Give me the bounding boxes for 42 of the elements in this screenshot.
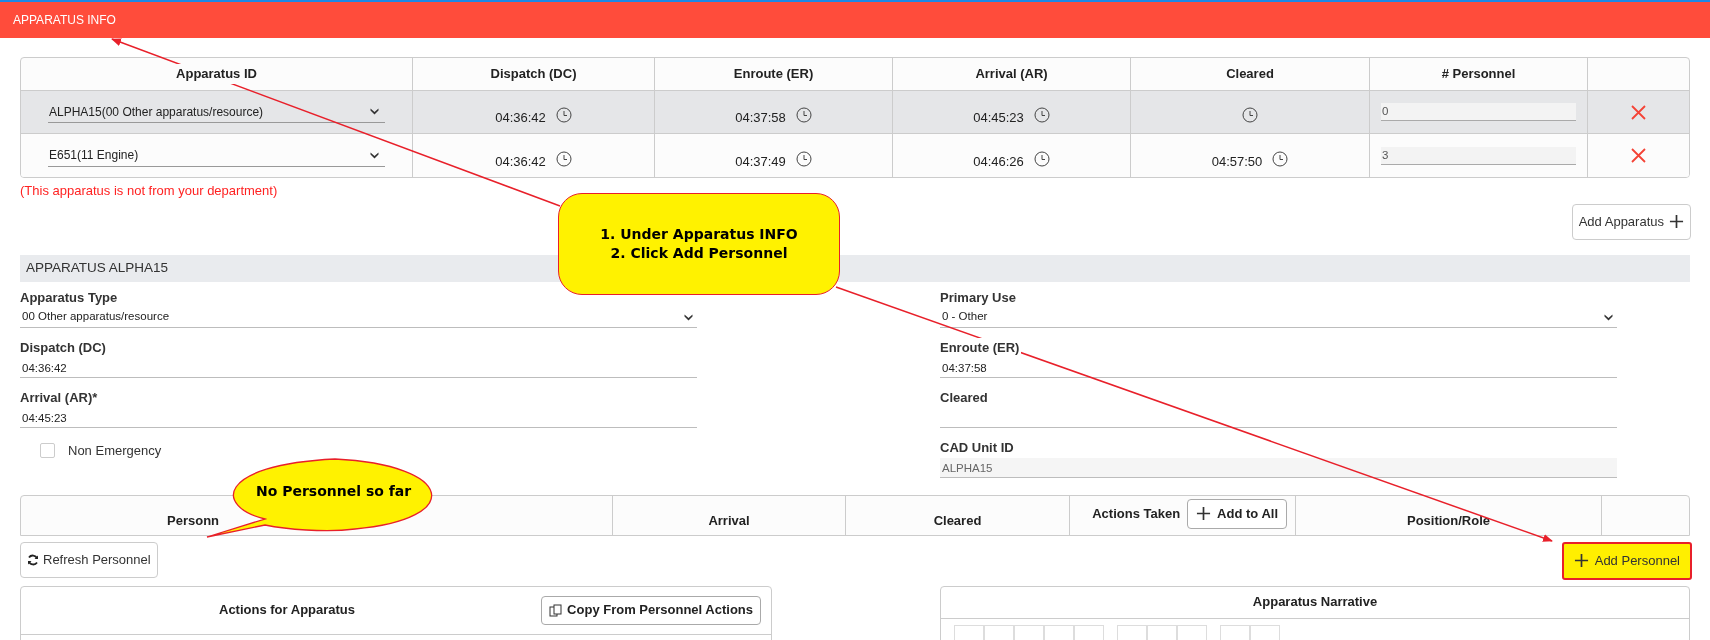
column-header: Personn [167, 512, 219, 531]
checkbox-label: Non Emergency [68, 441, 162, 460]
select-field[interactable]: 0 - Other [940, 307, 1617, 328]
bubble-text: No Personnel so far [256, 482, 412, 501]
card-title: Apparatus Narrative [1252, 593, 1378, 612]
time-value: 04:57:50 [1211, 152, 1263, 171]
time-value: 04:46:26 [973, 152, 1024, 171]
column-header: Position/Role [1406, 512, 1491, 531]
column-header: Arrival [708, 512, 750, 531]
select-value: E651(11 Engine) [49, 147, 139, 164]
select-value: ALPHA15(00 Other apparatus/resource) [49, 103, 264, 121]
select-field[interactable]: 00 Other apparatus/resource [20, 307, 697, 328]
column-header: Apparatus ID [176, 64, 257, 84]
time-value: 04:37:49 [735, 152, 786, 171]
time-value: 04:36:42 [495, 109, 546, 128]
section-title: APPARATUS INFO [13, 12, 116, 29]
add-apparatus-button[interactable]: Add Apparatus [1571, 203, 1691, 240]
time-value: 04:36:42 [495, 152, 546, 171]
time-value: 04:45:23 [973, 109, 1024, 128]
add-personnel-button[interactable]: Add Personnel [1561, 541, 1692, 580]
apparatus-select[interactable]: E651(11 Engine) [48, 144, 385, 167]
apparatus-row[interactable]: E651(11 Engine) 04:36:42 04:37:49 04:46:26 04:57:50 3 [21, 134, 1689, 177]
refresh-button[interactable]: Refresh Personnel [20, 541, 158, 578]
time-field[interactable]: 04:36:42 [20, 357, 697, 378]
apparatus-select[interactable]: ALPHA15(00 Other apparatus/resource) [48, 101, 385, 123]
add-to-all-button[interactable]: Add to All [1187, 498, 1287, 529]
error-message: (This apparatus is not from your department) [20, 182, 279, 200]
personnel-count-field[interactable]: 0 [1381, 103, 1576, 121]
copy-button[interactable]: Copy From Personnel Actions [541, 595, 761, 625]
card-title: Actions for Apparatus [219, 601, 356, 620]
select-value: 0 - Other [942, 309, 988, 325]
column-header: Cleared [933, 512, 982, 531]
callout-text: 1. Under Apparatus INFO [600, 225, 798, 244]
field-label: Enroute (ER) [940, 337, 1022, 358]
time-field[interactable]: 04:37:58 [940, 357, 1617, 378]
time-value: 04:37:58 [735, 109, 786, 128]
personnel-count-field[interactable]: 3 [1381, 146, 1576, 165]
apparatus-row[interactable]: ALPHA15(00 Other apparatus/resource) 04:36:42 04:37:58 04:45:23 0 [21, 91, 1689, 134]
select-value: 00 Other apparatus/resource [22, 309, 170, 325]
time-field[interactable]: 04:45:23 [20, 407, 697, 428]
readonly-field: ALPHA15 [940, 457, 1617, 478]
column-header: Actions Taken [1092, 504, 1181, 523]
